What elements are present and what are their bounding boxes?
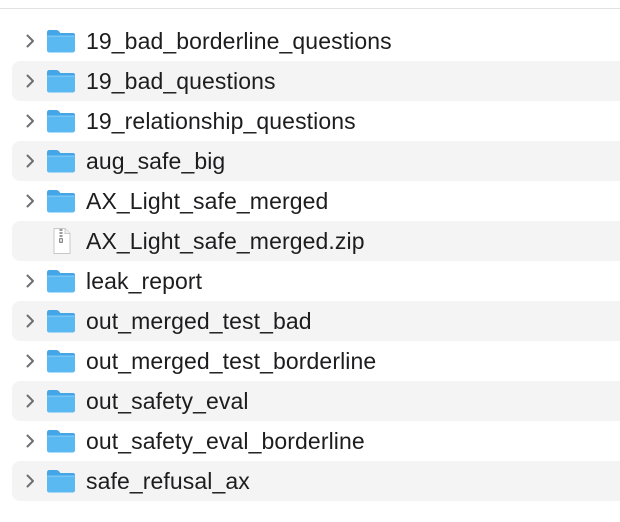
disclosure-spacer (12, 221, 48, 261)
disclosure-chevron-icon[interactable] (12, 21, 48, 61)
folder-icon (45, 301, 77, 341)
item-name: aug_safe_big (86, 147, 226, 174)
folder-row[interactable]: 19_relationship_questions (12, 101, 620, 141)
disclosure-chevron-icon[interactable] (12, 261, 48, 301)
folder-row[interactable]: safe_refusal_ax (12, 461, 620, 501)
folder-icon (45, 181, 77, 221)
folder-row[interactable]: 19_bad_questions (12, 61, 620, 101)
disclosure-chevron-icon[interactable] (12, 421, 48, 461)
disclosure-chevron-icon[interactable] (12, 461, 48, 501)
folder-icon (45, 421, 77, 461)
folder-row[interactable]: out_safety_eval_borderline (12, 421, 620, 461)
folder-row[interactable]: out_safety_eval (12, 381, 620, 421)
item-name: out_merged_test_borderline (86, 347, 377, 374)
item-name: AX_Light_safe_merged (86, 187, 329, 214)
folder-row[interactable]: 19_bad_borderline_questions (12, 21, 620, 61)
item-name: out_safety_eval_borderline (86, 427, 365, 454)
folder-icon (45, 341, 77, 381)
folder-icon (45, 21, 77, 61)
folder-icon (45, 141, 77, 181)
top-divider (0, 8, 620, 9)
item-name: 19_relationship_questions (86, 107, 356, 134)
item-name: leak_report (86, 267, 203, 294)
file-list: 19_bad_borderline_questions 19_bad_quest… (12, 21, 620, 501)
folder-row[interactable]: leak_report (12, 261, 620, 301)
item-name: out_safety_eval (86, 387, 249, 414)
item-name: 19_bad_borderline_questions (86, 27, 392, 54)
item-name: out_merged_test_bad (86, 307, 312, 334)
disclosure-chevron-icon[interactable] (12, 301, 48, 341)
item-name: AX_Light_safe_merged.zip (86, 227, 365, 254)
disclosure-chevron-icon[interactable] (12, 61, 48, 101)
folder-row[interactable]: AX_Light_safe_merged (12, 181, 620, 221)
folder-row[interactable]: out_merged_test_borderline (12, 341, 620, 381)
folder-icon (45, 101, 77, 141)
folder-icon (45, 61, 77, 101)
file-row[interactable]: AX_Light_safe_merged.zip (12, 221, 620, 261)
zip-file-icon (45, 221, 77, 261)
item-name: safe_refusal_ax (86, 467, 250, 494)
folder-row[interactable]: out_merged_test_bad (12, 301, 620, 341)
folder-icon (45, 381, 77, 421)
folder-icon (45, 461, 77, 501)
folder-row[interactable]: aug_safe_big (12, 141, 620, 181)
disclosure-chevron-icon[interactable] (12, 181, 48, 221)
disclosure-chevron-icon[interactable] (12, 341, 48, 381)
disclosure-chevron-icon[interactable] (12, 381, 48, 421)
disclosure-chevron-icon[interactable] (12, 101, 48, 141)
folder-icon (45, 261, 77, 301)
item-name: 19_bad_questions (86, 67, 276, 94)
disclosure-chevron-icon[interactable] (12, 141, 48, 181)
